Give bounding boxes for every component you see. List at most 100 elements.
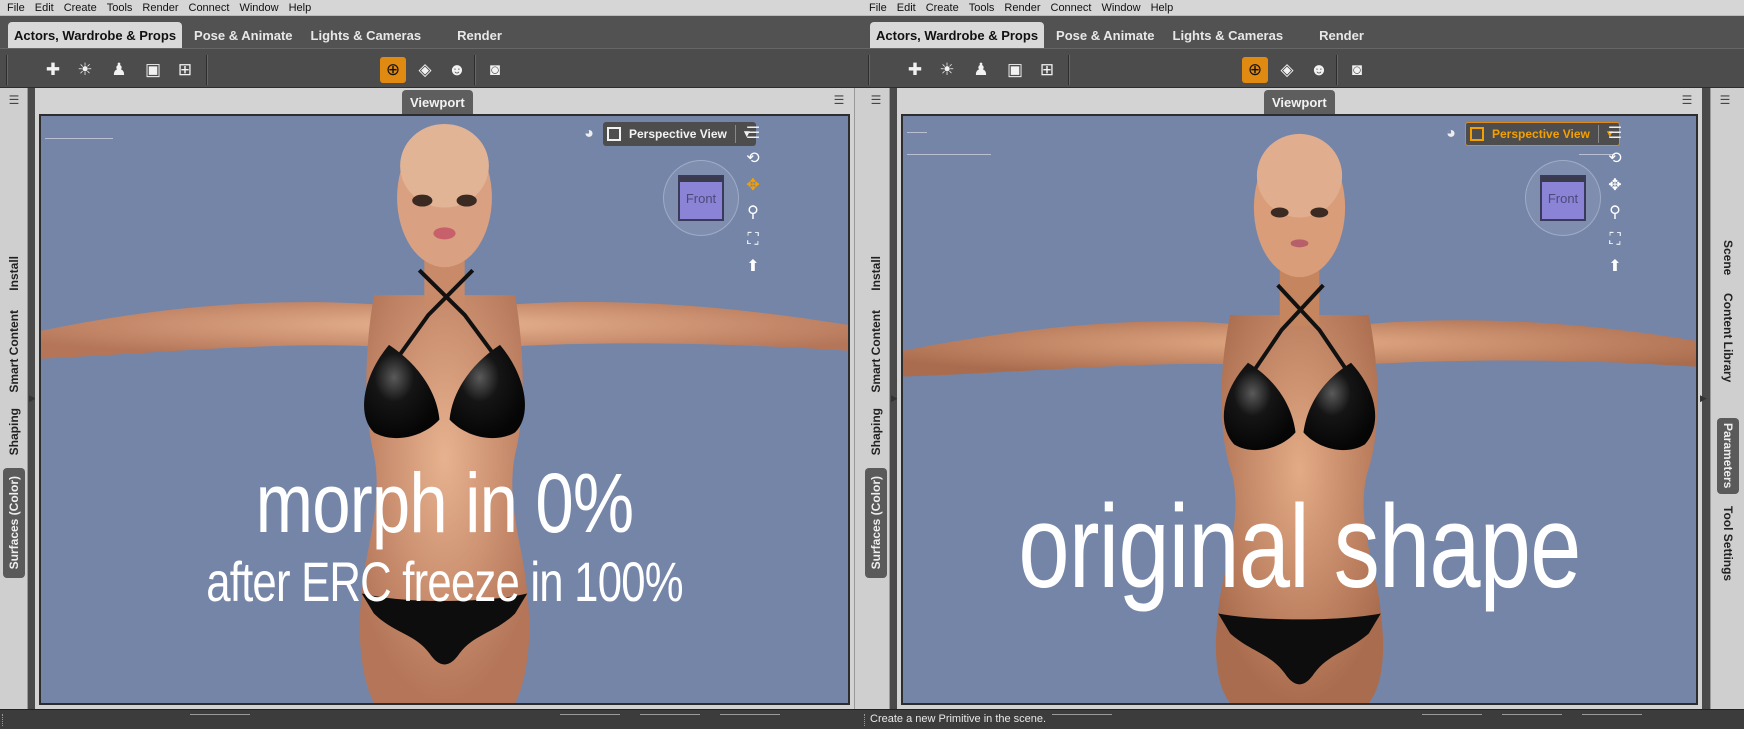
menu-create[interactable]: Create	[921, 2, 964, 14]
tab-content-library[interactable]: Content Library	[1717, 288, 1739, 388]
menu-edit[interactable]: Edit	[30, 2, 59, 14]
tab-surfaces-color[interactable]: Surfaces (Color)	[865, 468, 887, 578]
universal-tool-icon[interactable]: ⊕	[380, 57, 406, 83]
create-null-icon[interactable]: ⊞	[1034, 57, 1060, 83]
toolbar: ✚ ☀ ♟ ▣ ⊞ ⊕ ◈ ☻ ◙	[0, 48, 862, 88]
menu-connect[interactable]: Connect	[184, 2, 235, 14]
pan-icon[interactable]: ✥	[1604, 175, 1626, 197]
status-bar: Create a new Primitive in the scene.	[862, 709, 1744, 729]
create-primitive-icon[interactable]: ✚	[902, 57, 928, 83]
sidebar-menu-icon[interactable]: ☰	[866, 92, 886, 108]
toolbar-separator	[868, 55, 870, 85]
menu-help[interactable]: Help	[284, 2, 317, 14]
menu-bar: File Edit Create Tools Render Connect Wi…	[862, 0, 1744, 16]
perspective-view-dropdown[interactable]: Perspective View ▼	[603, 122, 756, 146]
overlay-morph-text: morph in 0%	[255, 456, 634, 550]
tab-scene[interactable]: Scene	[1717, 234, 1739, 282]
menu-render[interactable]: Render	[999, 2, 1045, 14]
menu-file[interactable]: File	[864, 2, 892, 14]
zoom-icon[interactable]: ⚲	[1604, 202, 1626, 224]
viewport-tab[interactable]: Viewport	[1264, 90, 1335, 114]
create-primitive-icon[interactable]: ✚	[40, 57, 66, 83]
tab-lights-cameras[interactable]: Lights & Cameras	[1167, 22, 1290, 48]
create-figure-icon[interactable]: ♟	[106, 57, 132, 83]
sidebar-menu-icon[interactable]: ☰	[1715, 92, 1735, 108]
orbit-icon[interactable]: ⟲	[742, 148, 764, 170]
cube-front-face[interactable]: Front	[1540, 175, 1586, 221]
aim-up-icon[interactable]: ⬆	[742, 256, 764, 278]
orbit-icon[interactable]: ⟲	[1604, 148, 1626, 170]
draw-style-sphere-icon[interactable]: ◕	[1439, 122, 1463, 146]
create-null-icon[interactable]: ⊞	[172, 57, 198, 83]
viewport-tab[interactable]: Viewport	[402, 90, 473, 114]
surface-selection-icon[interactable]: ◈	[1274, 57, 1300, 83]
pane-menu-icon[interactable]: ☰	[1678, 93, 1696, 107]
toolbar-separator	[474, 55, 476, 85]
pan-icon[interactable]: ✥	[742, 175, 764, 197]
viewport-3d[interactable]: ◕ Perspective View ▼ ☰ Front ⟲ ✥ ⚲ ⛶ ⬆ m…	[39, 114, 850, 705]
grid-icon	[1470, 127, 1484, 141]
tab-lights-cameras[interactable]: Lights & Cameras	[305, 22, 428, 48]
tab-tool-settings[interactable]: Tool Settings	[1717, 504, 1739, 584]
frame-icon[interactable]: ⛶	[742, 229, 764, 251]
create-camera-icon[interactable]: ▣	[1002, 57, 1028, 83]
node-weight-brush-icon[interactable]: ☻	[444, 57, 470, 83]
perspective-view-dropdown[interactable]: Perspective View ▼	[1465, 122, 1620, 146]
menu-window[interactable]: Window	[234, 2, 283, 14]
nav-controls: ⟲ ✥ ⚲ ⛶ ⬆	[1603, 148, 1627, 283]
create-figure-icon[interactable]: ♟	[968, 57, 994, 83]
viewport-menu-icon[interactable]: ☰	[1603, 122, 1627, 146]
expand-arrow-icon[interactable]: ▶	[1700, 393, 1708, 403]
tab-render[interactable]: Render	[451, 22, 508, 48]
tab-parameters[interactable]: Parameters	[1717, 418, 1739, 494]
tab-shaping[interactable]: Shaping	[3, 404, 25, 460]
universal-tool-icon[interactable]: ⊕	[1242, 57, 1268, 83]
frame-icon[interactable]: ⛶	[1604, 229, 1626, 251]
nav-controls: ⟲ ✥ ⚲ ⛶ ⬆	[741, 148, 765, 283]
create-light-icon[interactable]: ☀	[934, 57, 960, 83]
draw-style-sphere-icon[interactable]: ◕	[577, 122, 601, 146]
overlay-erc-text: after ERC freeze in 100%	[206, 550, 683, 613]
sidebar-menu-icon[interactable]: ☰	[4, 92, 24, 108]
view-cube[interactable]: Front	[663, 160, 739, 236]
menu-tools[interactable]: Tools	[102, 2, 138, 14]
tab-render[interactable]: Render	[1313, 22, 1370, 48]
tab-smart-content[interactable]: Smart Content	[865, 306, 887, 396]
node-weight-brush-icon[interactable]: ☻	[1306, 57, 1332, 83]
aim-up-icon[interactable]: ⬆	[1604, 256, 1626, 278]
status-bar	[0, 709, 862, 729]
menu-help[interactable]: Help	[1146, 2, 1179, 14]
menu-tools[interactable]: Tools	[964, 2, 1000, 14]
view-cube[interactable]: Front	[1525, 160, 1601, 236]
create-light-icon[interactable]: ☀	[72, 57, 98, 83]
tab-actors-wardrobe-props[interactable]: Actors, Wardrobe & Props	[8, 22, 183, 48]
tab-smart-content[interactable]: Smart Content	[3, 306, 25, 396]
tab-install[interactable]: Install	[3, 248, 25, 298]
tab-surfaces-color[interactable]: Surfaces (Color)	[3, 468, 25, 578]
menu-render[interactable]: Render	[137, 2, 183, 14]
menu-connect[interactable]: Connect	[1046, 2, 1097, 14]
tab-pose-animate[interactable]: Pose & Animate	[1050, 22, 1161, 48]
tab-actors-wardrobe-props[interactable]: Actors, Wardrobe & Props	[870, 22, 1045, 48]
left-sidebar: ☰ Install Smart Content Shaping Surfaces…	[862, 88, 890, 709]
pane-menu-icon[interactable]: ☰	[830, 93, 848, 107]
toolbar-separator	[206, 55, 208, 85]
cube-front-face[interactable]: Front	[678, 175, 724, 221]
viewport-3d[interactable]: ◕ Perspective View ▼ ☰ Front ⟲ ✥ ⚲ ⛶ ⬆ o…	[901, 114, 1698, 705]
render-camera-icon[interactable]: ◙	[482, 57, 508, 83]
menu-window[interactable]: Window	[1096, 2, 1145, 14]
tab-shaping[interactable]: Shaping	[865, 404, 887, 460]
menu-create[interactable]: Create	[59, 2, 102, 14]
tab-install[interactable]: Install	[865, 248, 887, 298]
menu-edit[interactable]: Edit	[892, 2, 921, 14]
surface-selection-icon[interactable]: ◈	[412, 57, 438, 83]
hud-line	[907, 154, 991, 155]
create-camera-icon[interactable]: ▣	[140, 57, 166, 83]
left-daz-window: File Edit Create Tools Render Connect Wi…	[0, 0, 862, 729]
menu-file[interactable]: File	[2, 2, 30, 14]
viewport-menu-icon[interactable]: ☰	[741, 122, 765, 146]
tab-pose-animate[interactable]: Pose & Animate	[188, 22, 299, 48]
render-camera-icon[interactable]: ◙	[1344, 57, 1370, 83]
zoom-icon[interactable]: ⚲	[742, 202, 764, 224]
hud-line	[907, 132, 927, 133]
